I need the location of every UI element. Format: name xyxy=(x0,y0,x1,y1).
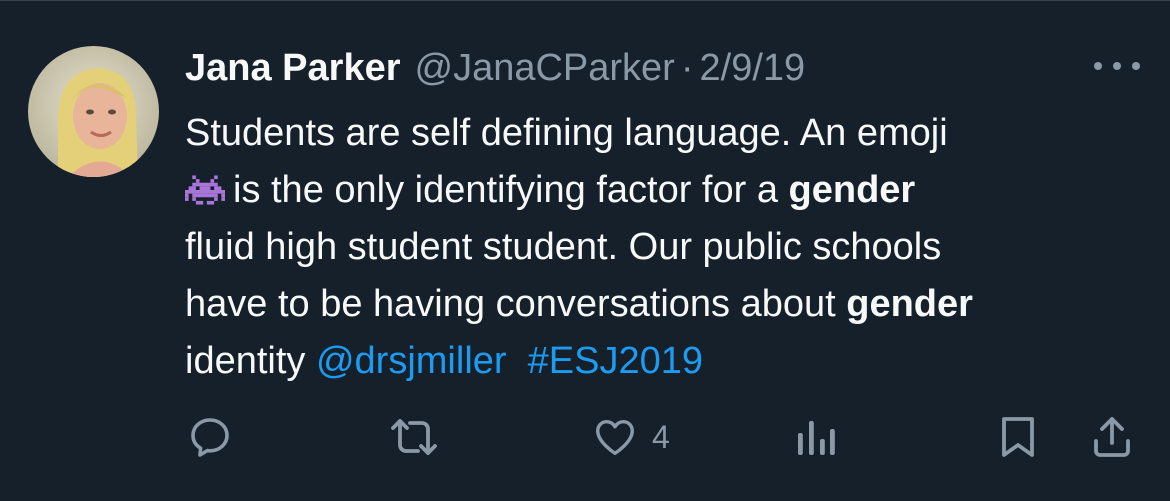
views-button[interactable] xyxy=(794,409,838,465)
bookmark-icon xyxy=(1002,417,1034,457)
mention-link[interactable]: @drsjmiller xyxy=(316,340,507,382)
tweet-text: Students are self defining language. An … xyxy=(185,105,1145,390)
tweet-line: fluid high student student. Our public s… xyxy=(185,226,942,268)
author-name[interactable]: Jana Parker xyxy=(185,45,401,91)
tweet-card[interactable]: Jana Parker @JanaCParker · 2/9/19 Studen… xyxy=(0,0,1170,501)
tweet-date[interactable]: 2/9/19 xyxy=(700,45,806,91)
author-handle[interactable]: @JanaCParker xyxy=(415,45,675,91)
retweet-icon xyxy=(391,419,437,455)
tweet-line: Students are self defining language. An … xyxy=(185,112,948,154)
analytics-icon xyxy=(798,421,835,455)
avatar[interactable] xyxy=(28,46,159,177)
tweet-header: Jana Parker @JanaCParker · 2/9/19 xyxy=(185,45,805,91)
more-options-icon[interactable] xyxy=(1094,53,1140,79)
like-button[interactable]: 4 xyxy=(592,409,670,465)
tweet-line: have to be having conversations about ge… xyxy=(185,283,973,325)
hashtag-link[interactable]: #ESJ2019 xyxy=(528,340,703,382)
reply-icon xyxy=(191,418,229,457)
separator-dot: · xyxy=(680,47,694,89)
share-icon xyxy=(1094,417,1130,457)
bookmark-button[interactable] xyxy=(996,409,1040,465)
alien-monster-emoji xyxy=(185,175,225,205)
heart-icon xyxy=(596,419,634,456)
like-count: 4 xyxy=(652,418,670,455)
avatar-image xyxy=(28,46,159,177)
tweet-line: identity @drsjmiller #ESJ2019 xyxy=(185,340,704,382)
share-button[interactable] xyxy=(1088,409,1136,465)
action-bar: 4 xyxy=(0,409,1170,469)
retweet-button[interactable] xyxy=(388,409,440,465)
reply-button[interactable] xyxy=(186,409,234,465)
tweet-line: is the only identifying factor for a gen… xyxy=(185,162,1145,219)
